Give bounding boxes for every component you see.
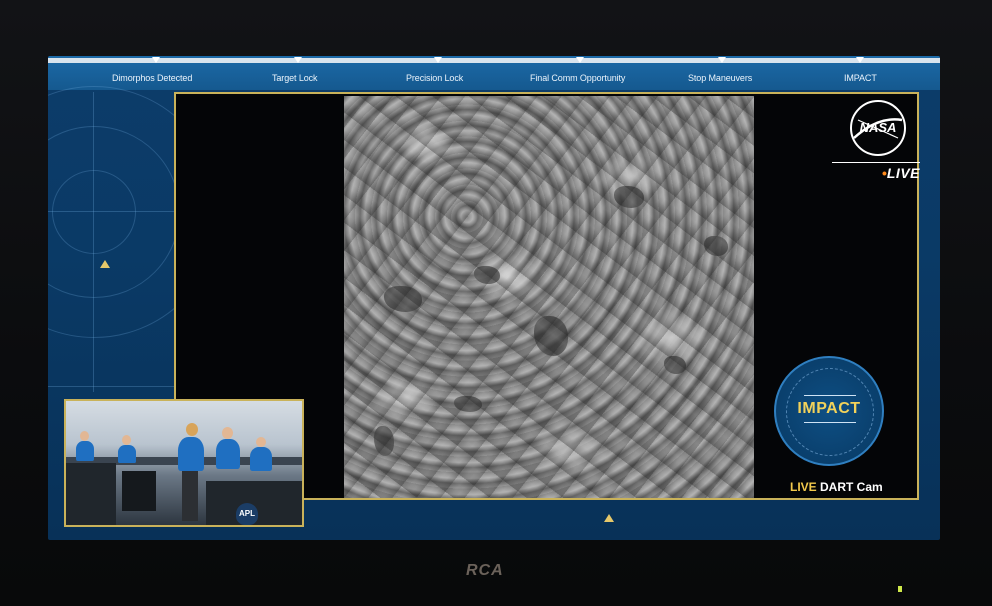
timeline-tick [576, 57, 584, 63]
console-desk [66, 463, 116, 525]
crosshair-line [93, 92, 94, 392]
milestone-impact: IMPACT [844, 73, 877, 83]
milestone-stop-maneuvers: Stop Maneuvers [688, 73, 753, 83]
timeline-tick [856, 57, 864, 63]
team-member [216, 439, 240, 469]
rock-shadow [614, 186, 644, 208]
badge-line [804, 422, 856, 423]
timeline-track [48, 58, 940, 63]
person-head [256, 437, 266, 447]
milestone-final-comm-opportunity: Final Comm Opportunity [530, 73, 626, 83]
asteroid-surface-image [344, 96, 754, 498]
rock-shadow [474, 266, 500, 284]
timeline-tick [434, 57, 442, 63]
person-head [222, 427, 233, 439]
timeline-tick [718, 57, 726, 63]
milestone-precision-lock: Precision Lock [406, 73, 464, 83]
feed-caption: LIVE DART Cam [790, 480, 883, 494]
mission-timeline: Dimorphos Detected Target Lock Precision… [48, 56, 940, 90]
nasa-logo-text: NASA [860, 120, 897, 135]
timeline-tick [152, 57, 160, 63]
rock-shadow [374, 426, 394, 456]
rock-shadow [704, 236, 728, 256]
timeline-tick [294, 57, 302, 63]
rock-shadow [534, 316, 568, 356]
broadcast-screen: Dimorphos Detected Target Lock Precision… [48, 56, 940, 540]
caption-live: LIVE [790, 480, 817, 494]
target-marker-icon [100, 260, 110, 268]
team-member [178, 437, 204, 471]
person-head [80, 431, 89, 441]
tv-brand-logo: RCA [466, 562, 504, 579]
divider-line [48, 386, 174, 387]
office-chair [122, 471, 156, 511]
bottom-target-marker-icon [604, 514, 614, 522]
person-legs [182, 471, 198, 521]
caption-feed-name: DART Cam [820, 480, 883, 494]
team-member [76, 441, 94, 461]
live-label: LIVE [886, 165, 920, 181]
rock-shadow [664, 356, 686, 374]
team-member [118, 445, 136, 463]
rock-shadow [384, 286, 422, 312]
milestone-target-lock: Target Lock [272, 73, 318, 83]
control-room-inset: APL [64, 399, 304, 527]
milestone-dimorphos-detected: Dimorphos Detected [112, 73, 193, 83]
person-head [122, 435, 131, 445]
badge-line [804, 395, 856, 396]
rock-shadow [454, 396, 482, 412]
power-led-icon [898, 586, 902, 592]
person-head [186, 423, 198, 436]
impact-badge: IMPACT [774, 356, 884, 466]
impact-badge-label: IMPACT [797, 400, 861, 417]
crosshair-line [48, 211, 174, 212]
apl-logo: APL [236, 503, 258, 525]
team-member [250, 447, 272, 471]
nasa-logo-icon: NASA [850, 100, 906, 156]
live-indicator: •LIVE [832, 162, 920, 183]
